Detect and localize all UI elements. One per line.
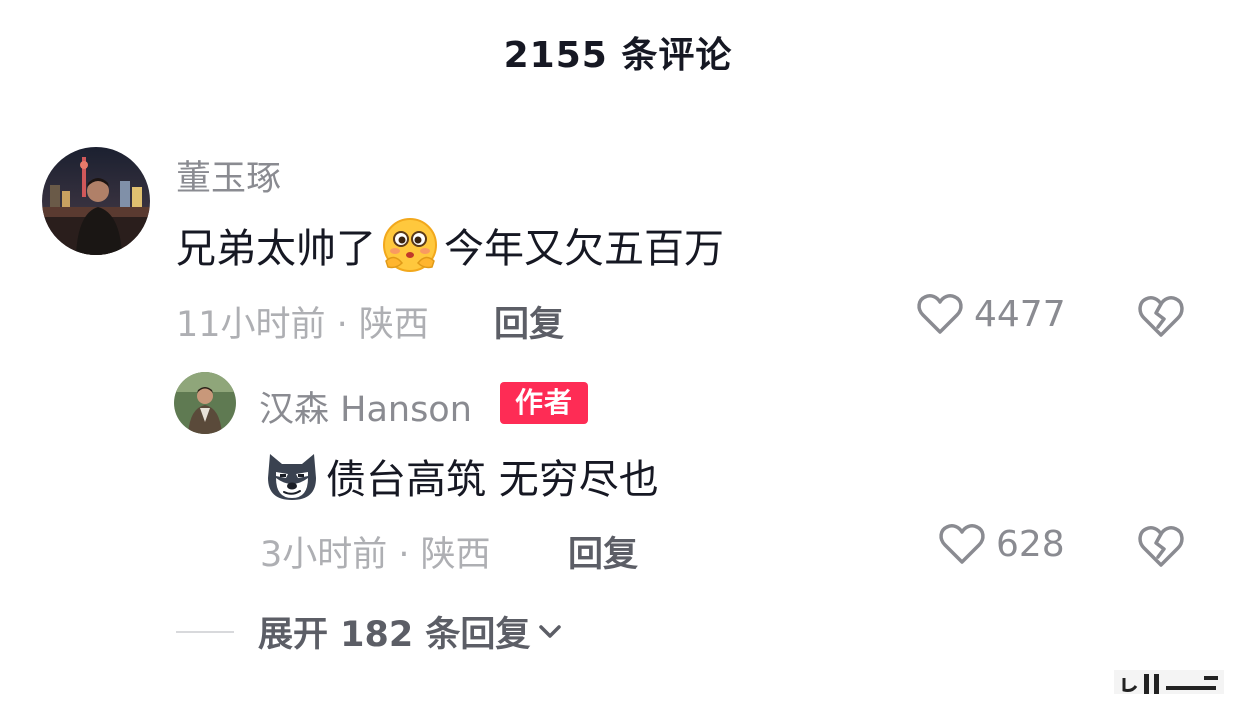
reply-like-count: 628	[996, 523, 1065, 565]
comment-text-part-1: 兄弟太帅了	[176, 226, 376, 272]
comment-username[interactable]: 董玉琢	[176, 150, 281, 201]
expand-divider-line	[176, 630, 234, 633]
broken-heart-icon	[1138, 526, 1184, 567]
watermark-logo-icon	[1114, 670, 1224, 694]
comment-time-location: 11小时前 · 陕西	[176, 305, 429, 345]
avatar[interactable]	[42, 147, 150, 255]
heart-outline-icon	[917, 294, 963, 334]
reply-like-button[interactable]: 628	[938, 522, 1065, 566]
like-button[interactable]: 4477	[916, 292, 1066, 336]
avatar-image	[42, 147, 150, 255]
reply-reply-button[interactable]: 回复	[568, 526, 638, 577]
author-badge: 作者	[500, 382, 588, 424]
reply-time-location: 3小时前 · 陕西	[260, 535, 491, 575]
smirking-dog-emoji-icon	[262, 448, 322, 504]
heart-outline-icon	[939, 524, 985, 564]
comment-text: 兄弟太帅了 今年又欠五百万	[176, 216, 724, 274]
reply-username[interactable]: 汉森 Hanson	[259, 381, 472, 432]
reply-text: 债台高筑 无穷尽也	[262, 447, 659, 505]
reply-avatar-image	[174, 372, 236, 434]
comments-count-title: 2155 条评论	[503, 35, 733, 76]
comment-text-part-2: 今年又欠五百万	[444, 226, 724, 272]
reply-avatar[interactable]	[174, 372, 236, 434]
broken-heart-icon	[1138, 296, 1184, 337]
reply-dislike-button[interactable]	[1136, 523, 1186, 573]
reply-button[interactable]: 回复	[494, 296, 564, 347]
reply-text-content: 债台高筑 无穷尽也	[326, 457, 659, 503]
blushing-face-emoji-icon	[380, 217, 440, 273]
expand-replies-label: 展开 182 条回复	[258, 615, 531, 655]
dislike-button[interactable]	[1136, 293, 1186, 343]
chevron-down-icon	[539, 624, 562, 638]
like-count: 4477	[974, 293, 1066, 335]
expand-replies-button[interactable]: 展开 182 条回复	[176, 606, 564, 657]
